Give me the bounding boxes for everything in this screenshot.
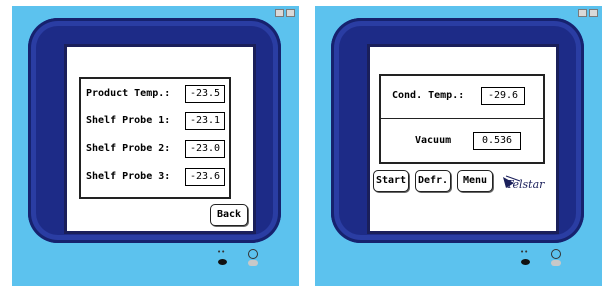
vacuum-value: 0.536 bbox=[473, 132, 521, 150]
readings-box: Product Temp.: -23.5 Shelf Probe 1: -23.… bbox=[79, 77, 231, 199]
telstar-logo-text: Telstar bbox=[506, 178, 545, 191]
close-icon[interactable] bbox=[286, 9, 295, 17]
shelf-probe-2-label: Shelf Probe 2: bbox=[86, 143, 171, 154]
touch-screen: Cond. Temp.: -29.6 Vacuum 0.536 Start De… bbox=[367, 44, 559, 234]
minimize-icon[interactable] bbox=[578, 9, 587, 17]
monitor-bezel: Product Temp.: -23.5 Shelf Probe 1: -23.… bbox=[28, 18, 281, 243]
cond-temp-label: Cond. Temp.: bbox=[392, 90, 465, 101]
shelf-probe-1-value: -23.1 bbox=[185, 112, 225, 130]
product-temp-value: -23.5 bbox=[185, 85, 225, 103]
back-button[interactable]: Back bbox=[210, 204, 248, 226]
grey-indicator-icon bbox=[248, 260, 258, 266]
shelf-probe-1-label: Shelf Probe 1: bbox=[86, 115, 171, 126]
power-led-icon bbox=[521, 259, 530, 265]
start-button[interactable]: Start bbox=[373, 170, 409, 192]
monitor-bezel: Cond. Temp.: -29.6 Vacuum 0.536 Start De… bbox=[331, 18, 584, 243]
minimize-icon[interactable] bbox=[275, 9, 284, 17]
shelf-probe-3-label: Shelf Probe 3: bbox=[86, 171, 171, 182]
power-led-icon bbox=[218, 259, 227, 265]
led-label: •• bbox=[217, 248, 226, 256]
vacuum-label: Vacuum bbox=[415, 135, 452, 146]
indicator-area: •• bbox=[208, 248, 278, 274]
defrost-button[interactable]: Defr. bbox=[415, 170, 451, 192]
led-label: •• bbox=[520, 248, 529, 256]
cond-temp-value: -29.6 bbox=[481, 87, 525, 105]
shelf-probe-2-value: -23.0 bbox=[185, 140, 225, 158]
ring-indicator-icon bbox=[551, 249, 561, 259]
touch-screen: Product Temp.: -23.5 Shelf Probe 1: -23.… bbox=[64, 44, 256, 234]
divider bbox=[381, 118, 543, 119]
menu-button[interactable]: Menu bbox=[457, 170, 493, 192]
window-controls bbox=[275, 9, 295, 17]
left-panel: Product Temp.: -23.5 Shelf Probe 1: -23.… bbox=[12, 6, 299, 286]
window-controls bbox=[578, 9, 598, 17]
ring-indicator-icon bbox=[248, 249, 258, 259]
shelf-probe-3-value: -23.6 bbox=[185, 168, 225, 186]
right-panel: Cond. Temp.: -29.6 Vacuum 0.536 Start De… bbox=[315, 6, 602, 286]
product-temp-label: Product Temp.: bbox=[86, 88, 171, 99]
condenser-box: Cond. Temp.: -29.6 Vacuum 0.536 bbox=[379, 74, 545, 164]
close-icon[interactable] bbox=[589, 9, 598, 17]
grey-indicator-icon bbox=[551, 260, 561, 266]
indicator-area: •• bbox=[511, 248, 581, 274]
